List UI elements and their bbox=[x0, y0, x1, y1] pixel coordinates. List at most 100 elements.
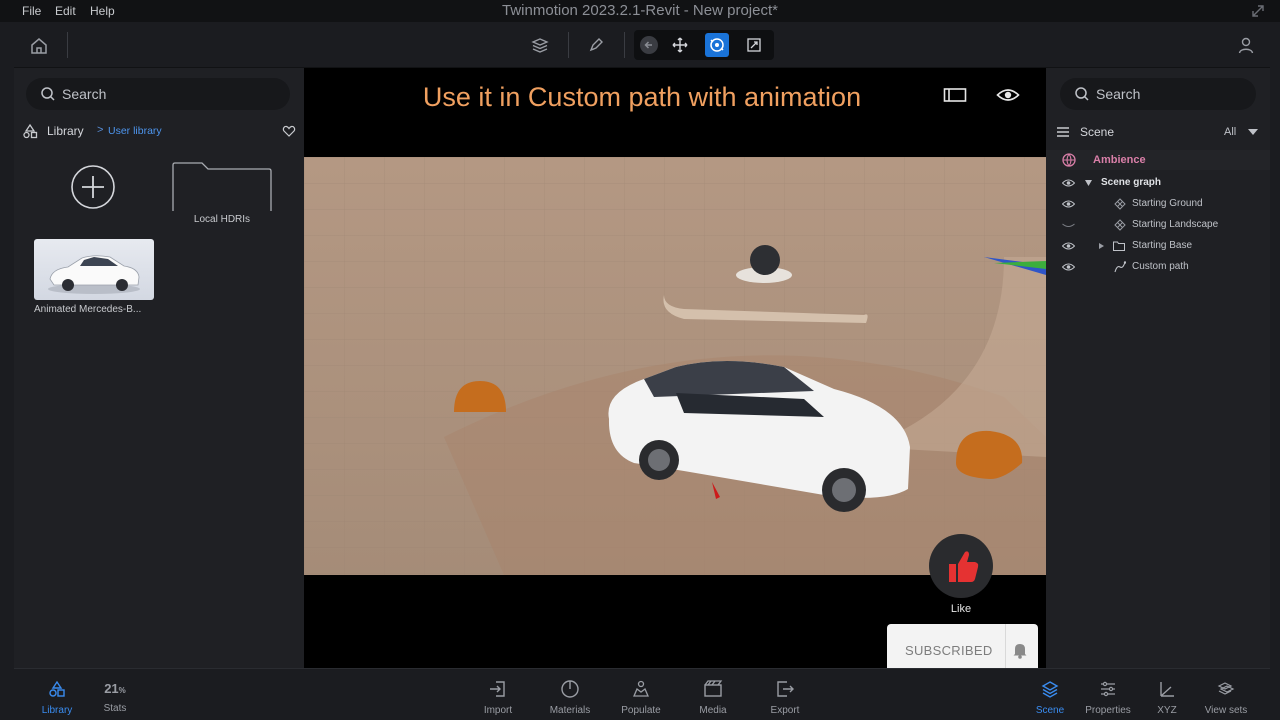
pen-icon[interactable] bbox=[586, 35, 606, 55]
folder-label: Local HDRIs bbox=[193, 214, 251, 225]
tree-item-custom-path[interactable]: Custom path bbox=[1046, 257, 1270, 277]
eye-icon[interactable] bbox=[1062, 262, 1075, 272]
subscribed-button[interactable]: SUBSCRIBED bbox=[887, 624, 1038, 668]
tree-item-label: Starting Base bbox=[1132, 240, 1193, 251]
back-button[interactable] bbox=[637, 33, 661, 57]
move-icon bbox=[672, 37, 688, 53]
transform-tool-group bbox=[634, 30, 774, 60]
dock-label: Stats bbox=[103, 703, 127, 714]
dock-properties-button[interactable]: Properties bbox=[1078, 679, 1138, 719]
ambience-item[interactable]: Ambience bbox=[1046, 150, 1270, 170]
heart-icon[interactable] bbox=[282, 124, 296, 138]
orbit-button[interactable] bbox=[705, 33, 729, 57]
filter-dropdown[interactable]: All bbox=[1224, 126, 1236, 138]
dock-label: Scene bbox=[1035, 705, 1065, 716]
dock-import-button[interactable]: Import bbox=[468, 679, 528, 719]
materials-icon bbox=[561, 680, 579, 698]
ambience-label: Ambience bbox=[1093, 154, 1146, 166]
library-icon bbox=[49, 680, 65, 697]
scene-header: Scene All bbox=[1056, 124, 1260, 142]
folder-icon bbox=[1113, 241, 1125, 251]
asset-thumbnail[interactable] bbox=[34, 239, 154, 300]
toolbar-divider bbox=[624, 32, 625, 58]
tree-item-label: Starting Ground bbox=[1132, 198, 1203, 209]
3d-viewport[interactable]: Use it in Custom path with animation Lik… bbox=[304, 68, 1046, 668]
expand-icon[interactable] bbox=[1250, 3, 1266, 19]
dock-label: Media bbox=[699, 705, 727, 716]
import-icon bbox=[490, 681, 505, 697]
dock-materials-button[interactable]: Materials bbox=[540, 679, 600, 719]
properties-icon bbox=[1101, 681, 1115, 697]
toolbar-divider bbox=[67, 32, 68, 58]
dock-stats-button[interactable]: 21% Stats bbox=[85, 679, 145, 719]
scene-icon bbox=[1041, 681, 1059, 698]
dock-library-button[interactable]: Library bbox=[27, 679, 87, 719]
eye-icon[interactable] bbox=[1062, 199, 1075, 209]
subscribed-label: SUBSCRIBED bbox=[905, 643, 993, 658]
path-icon bbox=[1114, 261, 1126, 273]
library-search-input[interactable]: Search bbox=[26, 78, 290, 110]
dock-view-sets-button[interactable]: View sets bbox=[1196, 679, 1256, 719]
tree-item-starting-landscape[interactable]: Starting Landscape bbox=[1046, 215, 1270, 235]
search-icon bbox=[41, 87, 55, 101]
tree-item-label: Custom path bbox=[1132, 261, 1189, 272]
user-library-link[interactable]: User library bbox=[108, 125, 162, 137]
object-icon bbox=[1114, 198, 1126, 210]
folder-icon[interactable] bbox=[172, 162, 272, 212]
like-label: Like bbox=[950, 603, 972, 615]
video-caption: Use it in Custom path with animation bbox=[422, 82, 862, 112]
asset-label: Animated Mercedes-B... bbox=[34, 304, 142, 315]
like-button[interactable] bbox=[929, 534, 993, 598]
frame-icon[interactable] bbox=[943, 86, 967, 104]
eye-closed-icon[interactable] bbox=[1062, 220, 1075, 230]
chevron-down-icon[interactable] bbox=[1248, 128, 1258, 136]
dock-media-button[interactable]: Media bbox=[683, 679, 743, 719]
dock-label: Populate bbox=[621, 705, 661, 716]
home-icon[interactable] bbox=[28, 35, 50, 57]
library-panel: Search Library > User library Local HDRI… bbox=[14, 68, 304, 668]
car-thumbnail-image bbox=[48, 255, 140, 294]
library-breadcrumb: Library > User library bbox=[22, 123, 296, 141]
chevron-right-icon[interactable] bbox=[1098, 243, 1105, 249]
eye-icon[interactable] bbox=[1062, 178, 1075, 188]
bottom-dock: Library 21% Stats Import Materials Popul… bbox=[14, 668, 1270, 720]
object-icon bbox=[1114, 219, 1126, 231]
eye-icon[interactable] bbox=[1062, 241, 1075, 251]
tree-item-label: Scene graph bbox=[1101, 177, 1162, 188]
scene-panel: Search Scene All Ambience Scene graph St… bbox=[1046, 68, 1270, 668]
dock-scene-button[interactable]: Scene bbox=[1020, 679, 1080, 719]
library-link[interactable]: Library bbox=[47, 124, 84, 138]
tree-item-label: Starting Landscape bbox=[1132, 219, 1219, 230]
breadcrumb-separator: > bbox=[97, 124, 104, 136]
eye-icon[interactable] bbox=[996, 86, 1020, 104]
export-icon bbox=[777, 681, 794, 697]
dock-label: Export bbox=[770, 705, 800, 716]
tree-item-starting-base[interactable]: Starting Base bbox=[1046, 236, 1270, 256]
scene-render bbox=[304, 157, 1046, 575]
move-button[interactable] bbox=[668, 33, 692, 57]
orbit-icon bbox=[710, 38, 724, 52]
layers-icon[interactable] bbox=[530, 35, 550, 55]
scale-button[interactable] bbox=[742, 33, 766, 57]
tree-item-starting-ground[interactable]: Starting Ground bbox=[1046, 194, 1270, 214]
menu-bar: File Edit Help Twinmotion 2023.2.1-Revit… bbox=[0, 0, 1280, 22]
dock-label: Import bbox=[483, 705, 513, 716]
search-placeholder: Search bbox=[62, 86, 107, 102]
list-icon bbox=[1057, 127, 1069, 137]
dock-export-button[interactable]: Export bbox=[755, 679, 815, 719]
media-icon bbox=[704, 680, 723, 697]
toolbar-divider bbox=[568, 32, 569, 58]
scene-search-input[interactable]: Search bbox=[1060, 78, 1256, 110]
tree-item-scene-graph[interactable]: Scene graph bbox=[1046, 173, 1270, 193]
library-icon bbox=[23, 123, 38, 139]
user-icon[interactable] bbox=[1236, 35, 1256, 55]
chevron-down-icon[interactable] bbox=[1085, 180, 1092, 186]
dock-label: XYZ bbox=[1157, 705, 1177, 716]
back-icon bbox=[640, 36, 658, 54]
xyz-icon bbox=[1160, 682, 1174, 697]
dock-xyz-button[interactable]: XYZ bbox=[1137, 679, 1197, 719]
search-icon bbox=[1075, 87, 1089, 101]
dock-populate-button[interactable]: Populate bbox=[611, 679, 671, 719]
bell-icon[interactable] bbox=[1012, 641, 1028, 659]
add-asset-button[interactable] bbox=[70, 164, 116, 210]
